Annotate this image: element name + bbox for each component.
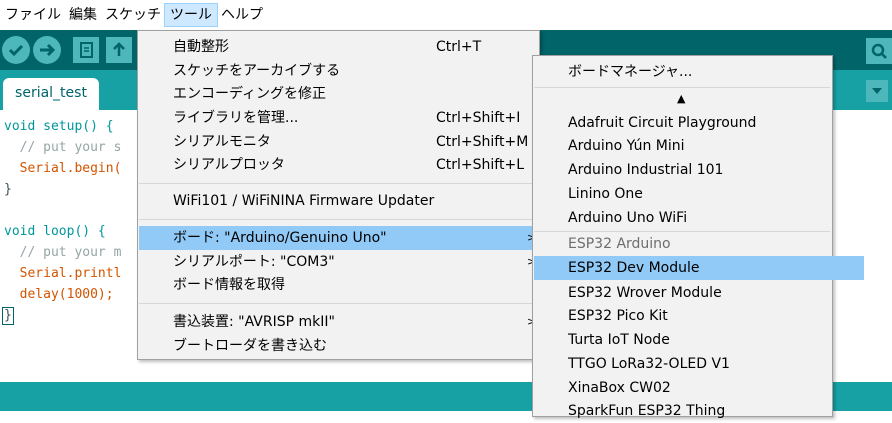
menu-help[interactable]: ヘルプ xyxy=(216,3,268,27)
menu-file[interactable]: ファイル xyxy=(0,3,66,27)
board-item[interactable]: ESP32 Pico Kit xyxy=(534,304,864,328)
menu-item-label: ライブラリを管理... xyxy=(173,110,299,126)
menu-item-label: Linino One xyxy=(568,186,643,202)
board-submenu: ボードマネージャ... ▲ Adafruit Circuit Playgroun… xyxy=(532,55,864,419)
tools-menu: 自動整形 Ctrl+T スケッチをアーカイブする エンコーディングを修正 ライブ… xyxy=(137,30,571,360)
tab-serial-test[interactable]: serial_test xyxy=(3,78,99,110)
menu-item-label: Arduino Uno WiFi xyxy=(568,210,688,226)
board-group-header: ESP32 Arduino xyxy=(534,232,864,256)
menu-tools[interactable]: ツール xyxy=(164,3,218,27)
menu-item-programmer[interactable]: 書込装置: "AVRISP mkII" > xyxy=(139,310,571,334)
menu-item-label: ESP32 Wrover Module xyxy=(568,285,722,301)
menu-item-label: ボード情報を取得 xyxy=(173,277,285,293)
triangle-down-icon xyxy=(872,88,882,94)
menu-item-auto-format[interactable]: 自動整形 Ctrl+T xyxy=(139,35,571,59)
menu-item-firmware-updater[interactable]: WiFi101 / WiFiNINA Firmware Updater xyxy=(139,189,571,213)
menu-item-serial-monitor[interactable]: シリアルモニタ Ctrl+Shift+M xyxy=(139,130,571,154)
menu-item-label: SparkFun ESP32 Thing xyxy=(568,403,726,419)
board-item-selected[interactable]: ESP32 Dev Module xyxy=(534,256,864,280)
menu-item-label: シリアルプロッタ xyxy=(173,157,285,173)
menu-bar: ファイル 編集 スケッチ ツール ヘルプ xyxy=(0,0,892,30)
open-button[interactable] xyxy=(106,37,132,63)
checkmark-icon xyxy=(8,44,24,57)
code-line: // put your m xyxy=(4,245,122,260)
menu-separator xyxy=(139,303,537,304)
menu-item-label: 書込装置: "AVRISP mkII" xyxy=(173,314,335,330)
code-line: void loop() { xyxy=(4,224,106,239)
menu-item-burn-bootloader[interactable]: ブートローダを書き込む xyxy=(139,334,571,358)
code-line: } xyxy=(4,182,12,197)
board-item[interactable]: Linino One xyxy=(534,182,864,206)
menu-item-label: ボード: "Arduino/Genuino Uno" xyxy=(173,230,387,246)
serial-monitor-button[interactable] xyxy=(866,38,892,64)
code-line: void setup() { xyxy=(4,119,114,134)
code-line: // put your s xyxy=(4,140,122,155)
board-item[interactable]: Arduino Industrial 101 xyxy=(534,158,864,182)
menu-item-shortcut: Ctrl+Shift+I xyxy=(436,110,521,126)
menu-item-label: XinaBox CW02 xyxy=(568,380,671,396)
menu-item-label: ボードマネージャ... xyxy=(568,64,693,80)
menu-item-label: TTGO LoRa32-OLED V1 xyxy=(568,356,730,372)
arrow-right-icon xyxy=(40,43,56,57)
board-item[interactable]: Turta IoT Node xyxy=(534,328,864,352)
board-item[interactable]: Arduino Yún Mini xyxy=(534,134,864,158)
scroll-up-icon[interactable]: ▲ xyxy=(677,92,685,105)
menu-separator xyxy=(139,219,537,220)
board-item[interactable]: Arduino Uno WiFi xyxy=(534,206,864,230)
menu-item-label: ESP32 Dev Module xyxy=(568,260,700,276)
menu-item-board-info[interactable]: ボード情報を取得 xyxy=(139,273,571,297)
menu-item-manage-libraries[interactable]: ライブラリを管理... Ctrl+Shift+I xyxy=(139,106,571,130)
board-item[interactable]: SparkFun ESP32 Thing xyxy=(534,399,864,423)
menu-item-label: シリアルポート: "COM3" xyxy=(173,254,335,270)
menu-item-label: スケッチをアーカイブする xyxy=(173,63,341,79)
menu-item-label: エンコーディングを修正 xyxy=(173,86,327,102)
menu-item-shortcut: Ctrl+Shift+L xyxy=(436,157,524,173)
menu-separator xyxy=(139,183,537,184)
menu-item-serial-plotter[interactable]: シリアルプロッタ Ctrl+Shift+L xyxy=(139,153,571,177)
menu-item-label: 自動整形 xyxy=(173,39,229,55)
menu-item-label: Adafruit Circuit Playground xyxy=(568,115,757,131)
upload-button[interactable] xyxy=(33,36,61,64)
menu-item-shortcut: Ctrl+Shift+M xyxy=(436,134,529,150)
code-line: Serial.begin( xyxy=(4,161,122,176)
menu-item-label: Arduino Yún Mini xyxy=(568,138,685,154)
menu-item-fix-encoding[interactable]: エンコーディングを修正 xyxy=(139,82,571,106)
arrow-up-icon xyxy=(113,42,125,56)
new-button[interactable] xyxy=(73,37,99,63)
menu-item-label: ESP32 Pico Kit xyxy=(568,308,668,324)
board-item[interactable]: XinaBox CW02 xyxy=(534,376,864,400)
menu-item-shortcut: Ctrl+T xyxy=(436,39,482,55)
menu-separator xyxy=(534,87,830,88)
menu-sketch[interactable]: スケッチ xyxy=(100,3,166,27)
menu-item-archive-sketch[interactable]: スケッチをアーカイブする xyxy=(139,59,571,83)
menu-item-label: ESP32 Arduino xyxy=(568,236,671,252)
magnifier-icon xyxy=(871,43,887,59)
menu-item-label: Arduino Industrial 101 xyxy=(568,162,724,178)
code-line: delay(1000); xyxy=(4,287,114,302)
board-item[interactable]: ESP32 Wrover Module xyxy=(534,281,864,305)
tab-menu-button[interactable] xyxy=(866,80,888,102)
menu-item-board[interactable]: ボード: "Arduino/Genuino Uno" > xyxy=(139,226,571,250)
menu-item-label: ブートローダを書き込む xyxy=(173,338,327,354)
text-cursor xyxy=(2,307,14,325)
board-item[interactable]: TTGO LoRa32-OLED V1 xyxy=(534,352,864,376)
board-item[interactable]: Adafruit Circuit Playground xyxy=(534,111,864,135)
board-manager-item[interactable]: ボードマネージャ... xyxy=(534,60,864,84)
menu-item-label: Turta IoT Node xyxy=(568,332,670,348)
menu-edit[interactable]: 編集 xyxy=(64,3,102,27)
menu-item-serial-port[interactable]: シリアルポート: "COM3" > xyxy=(139,250,571,274)
document-icon xyxy=(80,42,93,58)
code-line: Serial.printl xyxy=(4,266,122,281)
menu-item-label: WiFi101 / WiFiNINA Firmware Updater xyxy=(173,193,435,209)
verify-button[interactable] xyxy=(2,36,30,64)
menu-item-label: シリアルモニタ xyxy=(173,134,271,150)
